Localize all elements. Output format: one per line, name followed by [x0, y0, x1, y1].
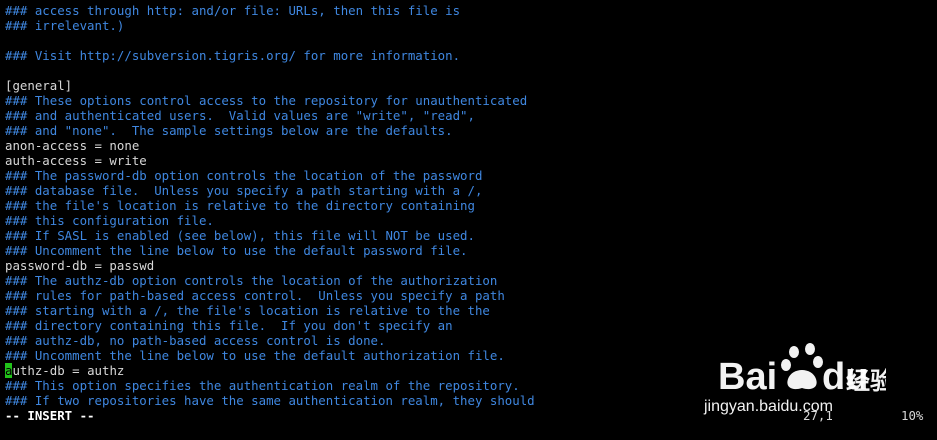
comment-line[interactable]: ### the file's location is relative to t…	[5, 198, 535, 213]
comment-line[interactable]: ### The authz-db option controls the loc…	[5, 273, 535, 288]
comment-line[interactable]: ### Visit http://subversion.tigris.org/ …	[5, 48, 535, 63]
line-text: uthz-db = authz	[12, 363, 125, 378]
comment-line[interactable]: ### Uncomment the line below to use the …	[5, 348, 535, 363]
svg-text:Bai: Bai	[718, 356, 777, 398]
svg-text:经验: 经验	[846, 367, 886, 395]
comment-line[interactable]: ### directory containing this file. If y…	[5, 318, 535, 333]
comment-line[interactable]: ### and "none". The sample settings belo…	[5, 123, 535, 138]
comment-line[interactable]: ### If SASL is enabled (see below), this…	[5, 228, 535, 243]
comment-line[interactable]: ### database file. Unless you specify a …	[5, 183, 535, 198]
config-line[interactable]: password-db = passwd	[5, 258, 535, 273]
comment-line[interactable]: ### rules for path-based access control.…	[5, 288, 535, 303]
comment-line[interactable]: ### The password-db option controls the …	[5, 168, 535, 183]
blank-line[interactable]	[5, 63, 535, 78]
comment-line[interactable]: ### Uncomment the line below to use the …	[5, 243, 535, 258]
comment-line[interactable]: ### and authenticated users. Valid value…	[5, 108, 535, 123]
comment-line[interactable]: ### If two repositories have the same au…	[5, 393, 535, 408]
vim-terminal[interactable]: ### access through http: and/or file: UR…	[0, 0, 937, 440]
config-line[interactable]: authz-db = authz	[5, 363, 535, 378]
editor-buffer[interactable]: ### access through http: and/or file: UR…	[5, 3, 535, 408]
comment-line[interactable]: ### starting with a /, the file's locati…	[5, 303, 535, 318]
comment-line[interactable]: ### These options control access to the …	[5, 93, 535, 108]
comment-line[interactable]: ### This option specifies the authentica…	[5, 378, 535, 393]
comment-line[interactable]: ### authz-db, no path-based access contr…	[5, 333, 535, 348]
config-line[interactable]: [general]	[5, 78, 535, 93]
comment-line[interactable]: ### access through http: and/or file: UR…	[5, 3, 535, 18]
comment-line[interactable]: ### this configuration file.	[5, 213, 535, 228]
config-line[interactable]: auth-access = write	[5, 153, 535, 168]
scroll-percent: 10%	[901, 408, 924, 423]
blank-line[interactable]	[5, 33, 535, 48]
insert-mode-indicator: -- INSERT --	[5, 408, 95, 423]
watermark-domain-text: jingyan.baidu.com	[704, 398, 833, 415]
comment-line[interactable]: ### irrelevant.)	[5, 18, 535, 33]
config-line[interactable]: anon-access = none	[5, 138, 535, 153]
